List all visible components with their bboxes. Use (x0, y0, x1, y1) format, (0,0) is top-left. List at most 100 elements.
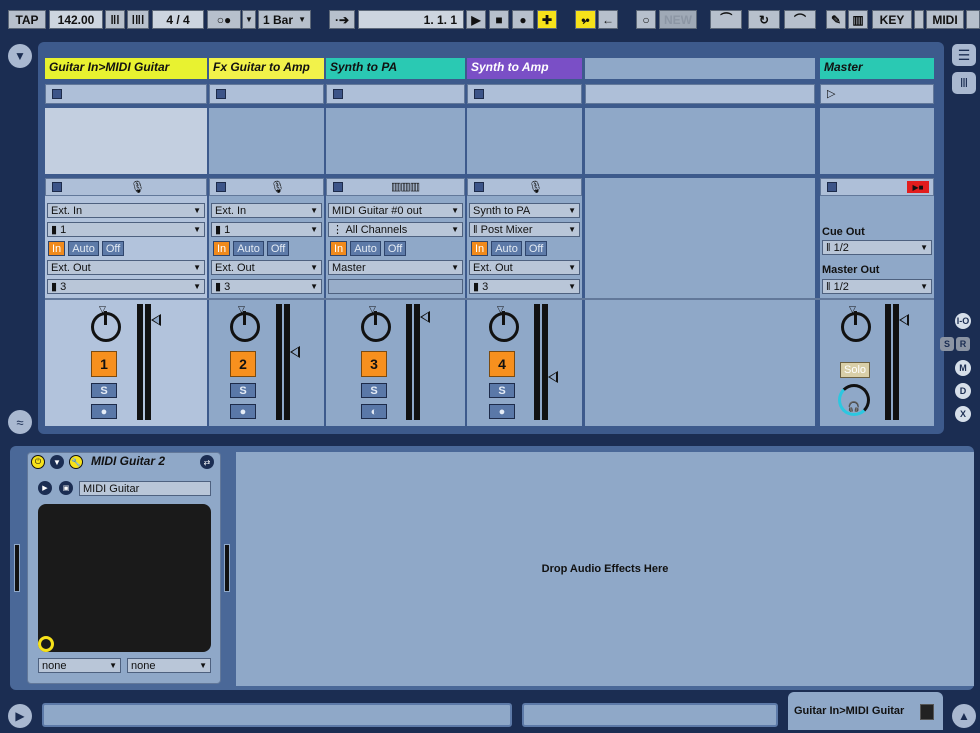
clip-area-4[interactable] (467, 108, 582, 174)
clip-area-3[interactable] (326, 108, 465, 174)
clip-area-1[interactable] (45, 108, 207, 174)
clip-slot-4[interactable] (467, 84, 582, 104)
track-number-3[interactable]: 3 (361, 351, 387, 377)
track-2-output-type[interactable]: Ext. Out ▼ (211, 260, 322, 275)
stop-icon[interactable] (474, 182, 484, 192)
metronome-icon[interactable]: ○● (207, 10, 241, 29)
track-4-output-channel[interactable]: ▮ 3 ▼ (469, 279, 580, 294)
drop-effects-area[interactable]: Drop Audio Effects Here (236, 452, 974, 686)
wrench-icon[interactable]: 🔧 (69, 455, 83, 469)
arrangement-view-icon[interactable]: Ⅲ (952, 72, 976, 94)
arm-button[interactable]: ● (230, 404, 256, 419)
stop-icon[interactable] (52, 182, 62, 192)
scene-launch-button[interactable]: ▷ (820, 84, 934, 104)
solo-button[interactable]: S (91, 383, 117, 398)
x-axis-select[interactable]: none ▼ (38, 658, 121, 673)
track-4-output-type[interactable]: Ext. Out ▼ (469, 260, 580, 275)
solo-mode-button[interactable]: Solo (840, 362, 870, 378)
solo-button[interactable]: S (361, 383, 387, 398)
mixer-toggle-icon[interactable]: M (955, 360, 971, 376)
monitor-auto-button[interactable]: Auto (233, 241, 264, 256)
cue-volume-knob[interactable]: 🎧 (838, 384, 870, 416)
master-header[interactable]: Master (820, 58, 934, 79)
expand-up-icon[interactable]: ▲ (952, 704, 976, 728)
xy-pad[interactable] (38, 504, 211, 652)
metronome-menu-chevron-icon[interactable]: ▼ (242, 10, 256, 29)
fold-chevron-icon[interactable]: ▼ (50, 455, 64, 469)
tempo-nudge-up-icon[interactable]: ǀǁǀ (127, 10, 149, 29)
monitor-in-button[interactable]: In (213, 241, 231, 256)
monitor-in-button[interactable]: In (471, 241, 489, 256)
master-pan-knob[interactable] (841, 311, 871, 342)
delay-toggle-icon[interactable]: D (955, 383, 971, 399)
automation-arm-icon[interactable]: •̷• (575, 10, 596, 29)
track-2-input-type[interactable]: Ext. In ▼ (211, 203, 322, 218)
stop-icon[interactable] (216, 182, 226, 192)
expand-right-icon[interactable]: ▶ (8, 704, 32, 728)
track-header-4[interactable]: Synth to Amp (467, 58, 582, 79)
monitor-in-button[interactable]: In (48, 241, 66, 256)
monitor-off-button[interactable]: Off (101, 241, 125, 256)
loop-icon[interactable]: ↻ (748, 10, 780, 29)
midi-map-button[interactable]: MIDI (926, 10, 964, 29)
back-to-arrangement-icon[interactable]: ← (598, 10, 618, 29)
arm-button[interactable]: ● (489, 404, 515, 419)
time-signature-field[interactable]: 4 / 4 (152, 10, 204, 29)
pan-knob[interactable] (361, 311, 391, 342)
crossfader-toggle-icon[interactable]: X (955, 406, 971, 422)
track-2-input-channel[interactable]: ▮ 1 ▼ (211, 222, 322, 237)
volume-slider[interactable] (151, 314, 161, 326)
tempo-field[interactable]: 142.00 (49, 10, 103, 29)
punch-icon[interactable]: ⌒ (784, 10, 816, 29)
stop-icon[interactable] (333, 182, 343, 192)
track-header-3[interactable]: Synth to PA (326, 58, 465, 79)
master-out-select[interactable]: ǁ 1/2 ▼ (822, 279, 932, 294)
session-view-icon[interactable]: ☰ (952, 44, 976, 66)
monitor-in-button[interactable]: In (330, 241, 348, 256)
song-position-field[interactable]: 1. 1. 1 (358, 10, 464, 29)
keyboard-icon[interactable]: ▥▥▥ (391, 180, 420, 193)
keyboard-icon[interactable]: ▥ (848, 10, 868, 29)
monitor-auto-button[interactable]: Auto (68, 241, 99, 256)
selected-track-tab[interactable]: Guitar In>MIDI Guitar (788, 692, 943, 730)
collapse-chevron-icon[interactable]: ▼ (8, 44, 32, 68)
monitor-off-button[interactable]: Off (383, 241, 407, 256)
track-3-input-channel[interactable]: ⋮ All Channels ▼ (328, 222, 463, 237)
track-number-2[interactable]: 2 (230, 351, 256, 377)
track-4-input-type[interactable]: Synth to PA ▼ (469, 203, 580, 218)
track-1-output-type[interactable]: Ext. Out ▼ (47, 260, 205, 275)
io-toggle-icon[interactable]: I-O (955, 313, 971, 329)
microphone-icon[interactable]: 🎙 (528, 180, 543, 194)
microphone-icon[interactable]: 🎙 (270, 180, 285, 194)
hot-swap-icon[interactable]: ⇄ (200, 455, 214, 469)
pan-knob[interactable] (489, 311, 519, 342)
session-record-icon[interactable]: ○ (636, 10, 656, 29)
track-number-1[interactable]: 1 (91, 351, 117, 377)
quantize-select[interactable]: 1 Bar ▼ (258, 10, 311, 29)
follow-icon[interactable]: ·➔ (329, 10, 355, 29)
volume-slider[interactable] (548, 371, 558, 383)
monitor-auto-button[interactable]: Auto (350, 241, 381, 256)
track-1-input-channel[interactable]: ▮ 1 ▼ (47, 222, 205, 237)
track-header-1[interactable]: Guitar In>MIDI Guitar (45, 58, 207, 79)
save-preset-icon[interactable]: ▣ (59, 481, 73, 495)
stop-icon[interactable]: ■ (489, 10, 509, 29)
volume-slider[interactable] (420, 311, 430, 323)
new-button[interactable]: NEW (659, 10, 697, 29)
track-4-input-channel[interactable]: ǁ Post Mixer ▼ (469, 222, 580, 237)
track-number-4[interactable]: 4 (489, 351, 515, 377)
preset-prev-icon[interactable]: ▶ (38, 481, 52, 495)
y-axis-select[interactable]: none ▼ (127, 658, 211, 673)
solo-button[interactable]: S (230, 383, 256, 398)
pan-knob[interactable] (91, 311, 121, 342)
play-icon[interactable]: ▶ (466, 10, 486, 29)
track-2-output-channel[interactable]: ▮ 3 ▼ (211, 279, 322, 294)
power-icon[interactable]: ⏻ (31, 455, 45, 469)
preset-field[interactable]: MIDI Guitar (79, 481, 211, 496)
xy-cursor[interactable] (38, 636, 54, 652)
sends-toggle-icon[interactable]: S (940, 337, 954, 351)
stop-icon[interactable] (827, 182, 837, 192)
solo-button[interactable]: S (489, 383, 515, 398)
clip-area-2[interactable] (209, 108, 324, 174)
clip-slot-3[interactable] (326, 84, 465, 104)
